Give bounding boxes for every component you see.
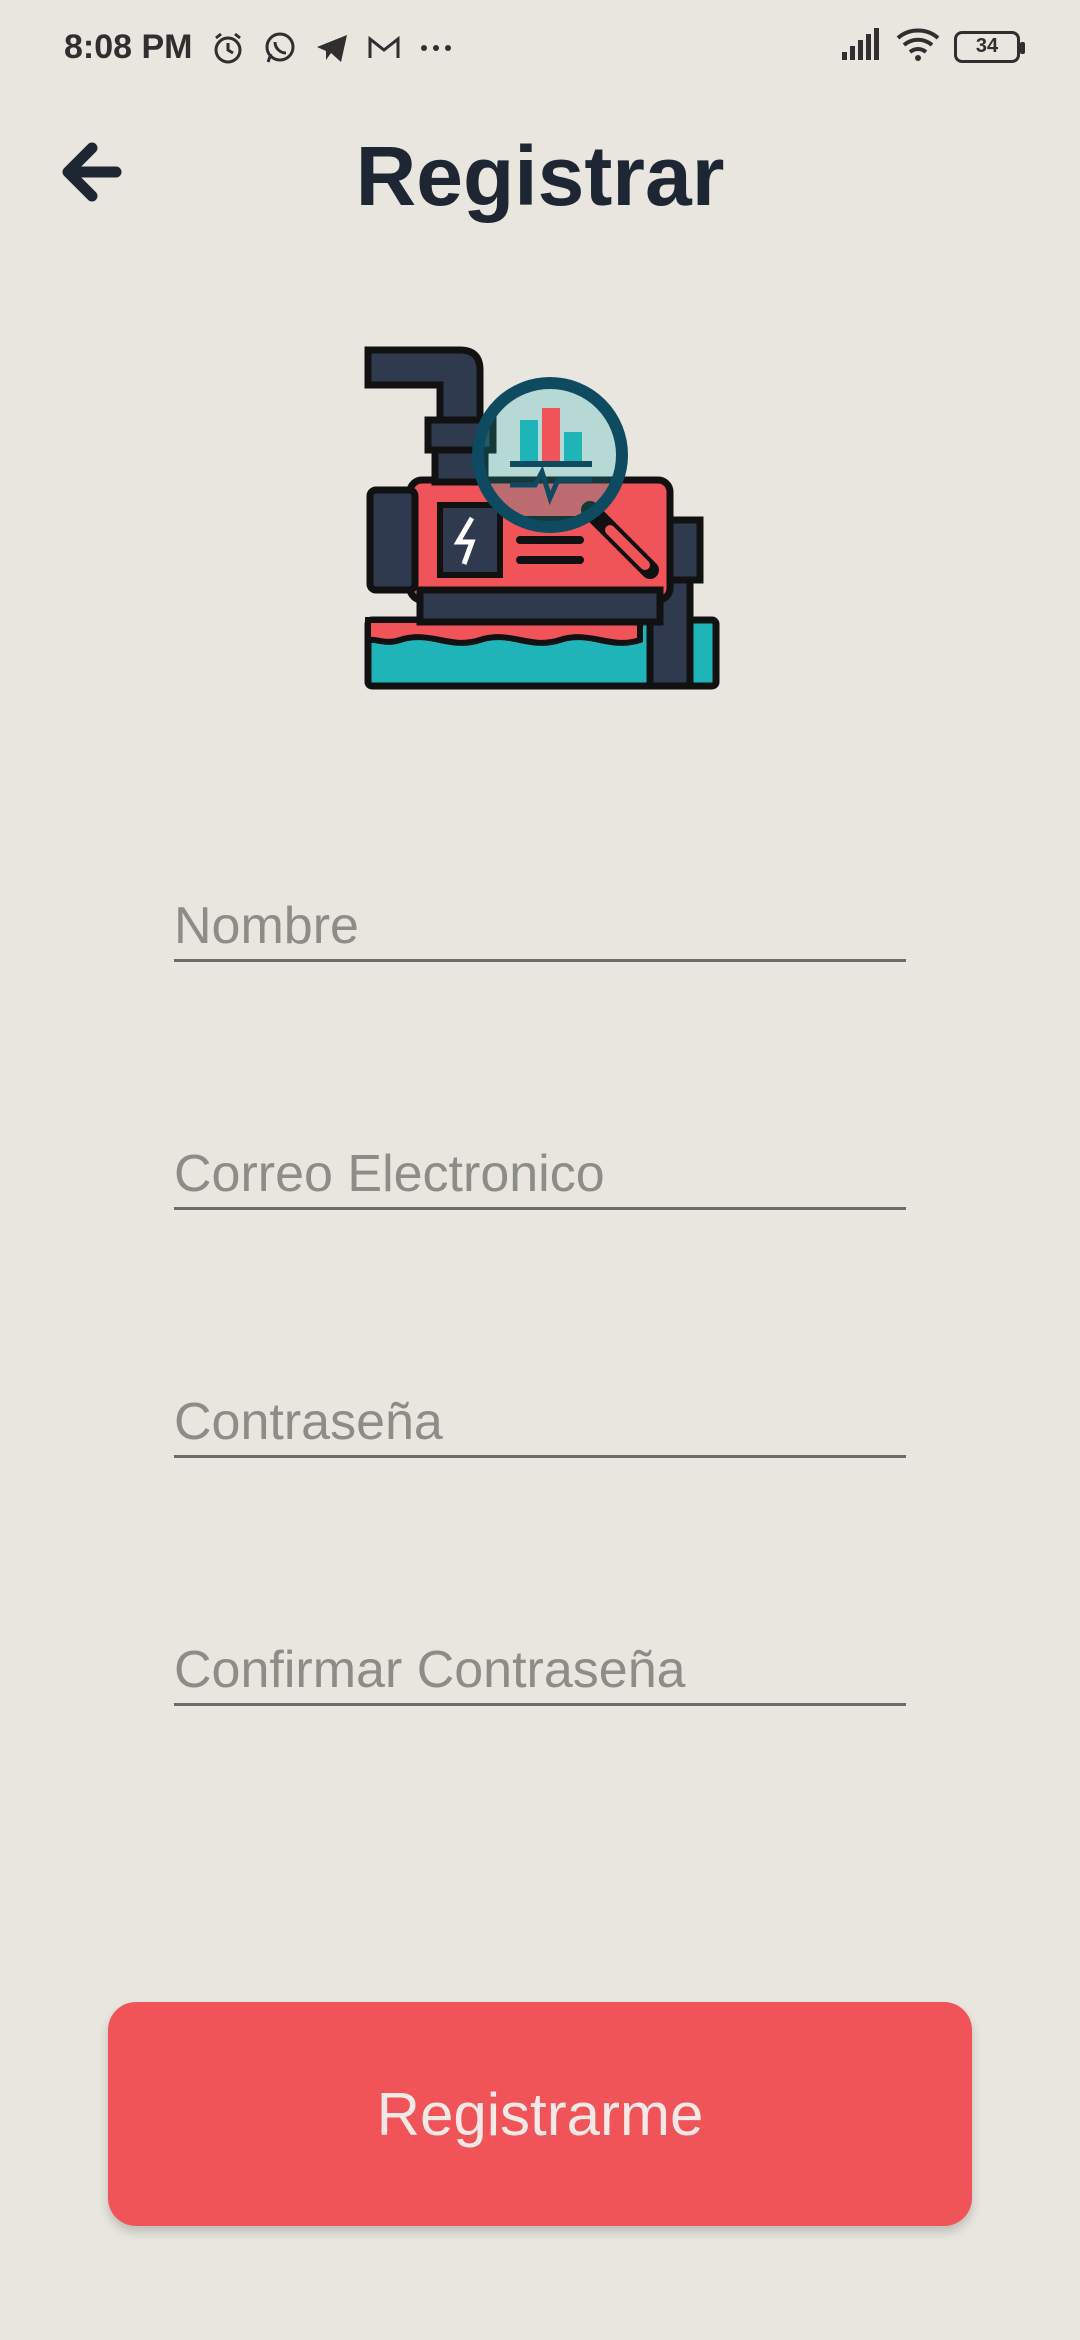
name-field[interactable]: [174, 872, 906, 962]
alarm-icon: [210, 30, 246, 71]
password-input[interactable]: [174, 1368, 906, 1455]
password-field[interactable]: [174, 1368, 906, 1458]
whatsapp-icon: [262, 30, 298, 71]
email-field[interactable]: [174, 1120, 906, 1210]
battery-icon: 34: [954, 30, 1025, 63]
status-bar: 8:08 PM 34: [0, 0, 1080, 100]
gmail-icon: [366, 30, 402, 71]
register-screen: 8:08 PM 34 Registrar Nombre Correo Elect…: [0, 0, 1080, 2340]
telegram-icon: [314, 30, 350, 71]
notification-icons: [210, 30, 454, 71]
water-pump-monitor-icon: [360, 340, 740, 700]
status-time: 8:08 PM: [64, 28, 193, 66]
signal-icon: [840, 26, 882, 67]
email-input[interactable]: [174, 1120, 906, 1207]
register-button[interactable]: Registrarme: [108, 2002, 972, 2226]
confirm-password-field[interactable]: [174, 1616, 906, 1706]
battery-level: 34: [975, 35, 999, 57]
name-input[interactable]: [174, 872, 906, 959]
confirm-password-input[interactable]: [174, 1616, 906, 1703]
wifi-icon: [896, 26, 940, 67]
more-dots-icon: [418, 30, 454, 71]
page-title: Registrar: [355, 129, 725, 223]
system-icons: 34: [840, 26, 1025, 67]
